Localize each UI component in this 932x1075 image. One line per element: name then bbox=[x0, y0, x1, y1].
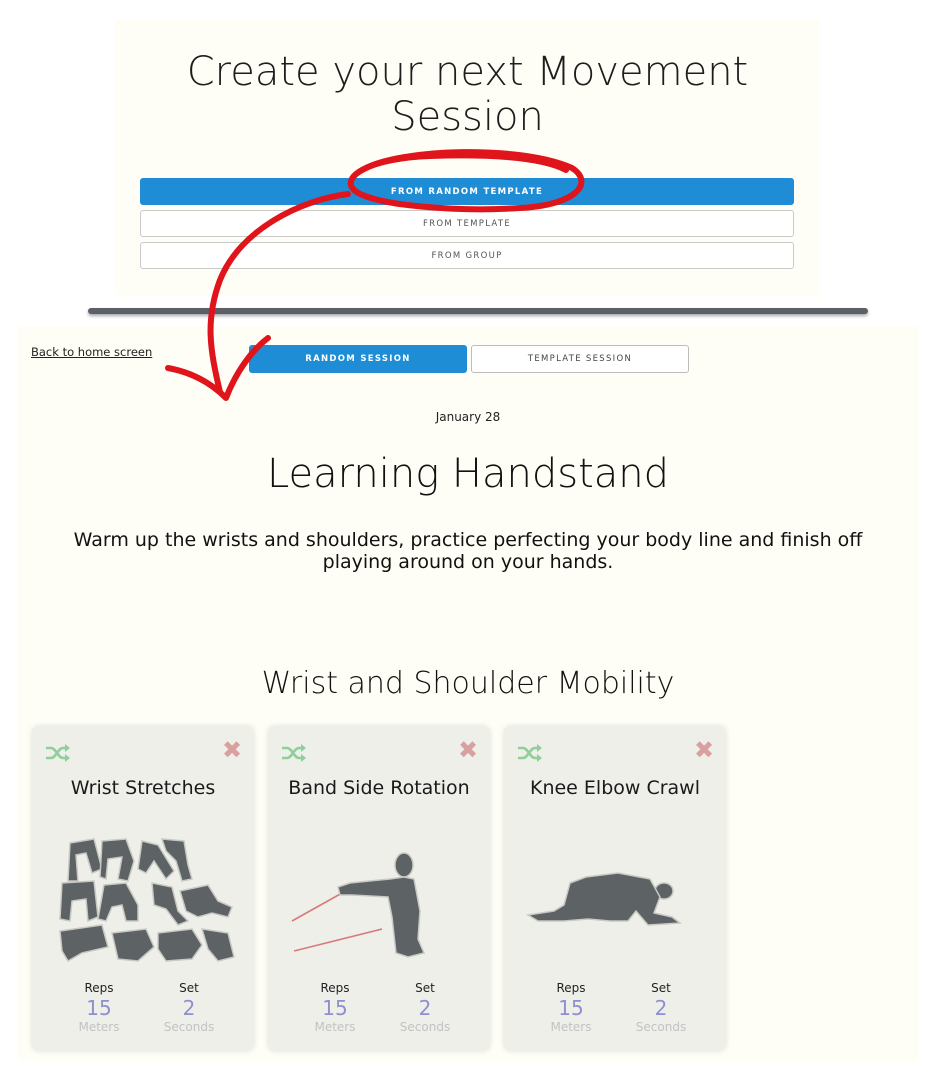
reps-unit: Meters bbox=[78, 1020, 120, 1034]
close-icon[interactable]: ✖ bbox=[694, 738, 714, 762]
reps-stat: Reps 15 Meters bbox=[531, 981, 611, 1034]
screen-divider bbox=[88, 308, 868, 314]
section-title: Wrist and Shoulder Mobility bbox=[261, 666, 675, 701]
from-template-button[interactable]: FROM TEMPLATE bbox=[140, 210, 794, 237]
reps-label: Reps bbox=[556, 981, 586, 995]
set-stat: Set 2 Seconds bbox=[385, 981, 465, 1034]
set-stat: Set 2 Seconds bbox=[621, 981, 701, 1034]
exercise-name: Band Side Rotation bbox=[288, 777, 470, 799]
wrist-stretches-illustration bbox=[59, 838, 235, 963]
reps-unit: Meters bbox=[550, 1020, 592, 1034]
tab-template-session[interactable]: TEMPLATE SESSION bbox=[471, 345, 689, 373]
set-label: Set bbox=[415, 981, 435, 995]
band-side-rotation-illustration bbox=[291, 852, 426, 958]
reps-stat: Reps 15 Meters bbox=[59, 981, 139, 1034]
reps-value[interactable]: 15 bbox=[295, 996, 375, 1020]
reps-unit: Meters bbox=[314, 1020, 356, 1034]
set-label: Set bbox=[179, 981, 199, 995]
from-random-template-button[interactable]: FROM RANDOM TEMPLATE bbox=[140, 178, 794, 205]
knee-elbow-crawl-illustration bbox=[525, 872, 683, 926]
set-value[interactable]: 2 bbox=[385, 996, 465, 1020]
tab-random-session[interactable]: RANDOM SESSION bbox=[249, 345, 467, 373]
session-description: Warm up the wrists and shoulders, practi… bbox=[73, 529, 863, 573]
exercise-card: ✖ Wrist Stretches Reps 15 Meters Set 2 S… bbox=[32, 726, 254, 1051]
shuffle-icon[interactable] bbox=[517, 743, 543, 763]
set-label: Set bbox=[651, 981, 671, 995]
close-icon[interactable]: ✖ bbox=[222, 738, 242, 762]
session-date: January 28 bbox=[435, 410, 501, 424]
close-icon[interactable]: ✖ bbox=[458, 738, 478, 762]
session-title: Learning Handstand bbox=[266, 451, 670, 497]
session-panel: Back to home screen RANDOM SESSION TEMPL… bbox=[18, 326, 918, 1061]
set-stat: Set 2 Seconds bbox=[149, 981, 229, 1034]
set-unit: Seconds bbox=[163, 1020, 215, 1034]
set-value[interactable]: 2 bbox=[621, 996, 701, 1020]
set-value[interactable]: 2 bbox=[149, 996, 229, 1020]
reps-value[interactable]: 15 bbox=[531, 996, 611, 1020]
reps-value[interactable]: 15 bbox=[59, 996, 139, 1020]
set-unit: Seconds bbox=[635, 1020, 687, 1034]
exercise-card: ✖ Band Side Rotation Reps 15 Meters Set … bbox=[268, 726, 490, 1051]
create-session-title: Create your next Movement Session bbox=[186, 49, 749, 140]
from-group-button[interactable]: FROM GROUP bbox=[140, 242, 794, 269]
exercise-card: ✖ Knee Elbow Crawl Reps 15 Meters Set 2 … bbox=[504, 726, 726, 1051]
back-to-home-link[interactable]: Back to home screen bbox=[31, 345, 152, 359]
reps-label: Reps bbox=[320, 981, 350, 995]
shuffle-icon[interactable] bbox=[281, 743, 307, 763]
reps-label: Reps bbox=[84, 981, 114, 995]
set-unit: Seconds bbox=[399, 1020, 451, 1034]
create-session-panel: Create your next Movement Session FROM R… bbox=[115, 20, 820, 295]
exercise-name: Knee Elbow Crawl bbox=[529, 777, 700, 799]
shuffle-icon[interactable] bbox=[45, 743, 71, 763]
exercise-name: Wrist Stretches bbox=[70, 777, 216, 799]
reps-stat: Reps 15 Meters bbox=[295, 981, 375, 1034]
